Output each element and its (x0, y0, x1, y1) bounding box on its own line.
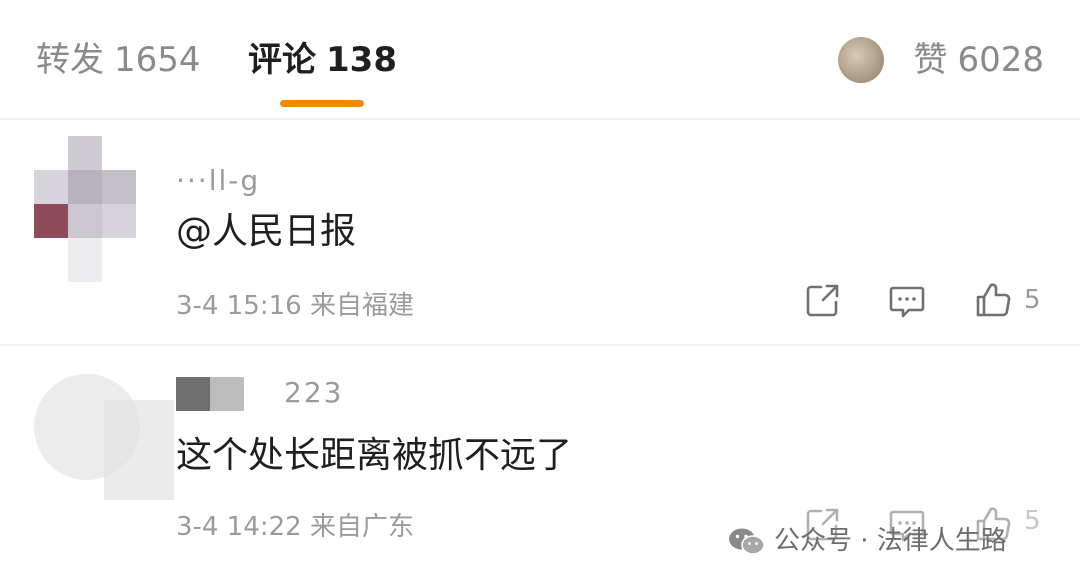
avatar-pixel (68, 170, 102, 204)
comment-item: ···ll-g @人民日报 3-4 15:16 来自福建 5 (0, 122, 1080, 344)
like-count: 5 (1024, 285, 1041, 315)
avatar-pixel (68, 238, 102, 282)
comment-location: 来自广东 (309, 512, 414, 542)
watermark: 公众号 · 法律人生路 (728, 520, 1007, 557)
avatar[interactable] (34, 374, 174, 500)
reply-icon[interactable] (887, 280, 927, 320)
comment-meta: 3-4 15:16 来自福建 (176, 285, 414, 322)
header-divider (0, 118, 1080, 120)
liker-avatar[interactable] (838, 37, 884, 83)
comment-text: 这个处长距离被抓不远了 (176, 435, 573, 476)
avatar-pixel (68, 136, 102, 170)
comment-time: 3-4 14:22 (176, 512, 302, 542)
active-tab-indicator (280, 100, 364, 107)
comment-username[interactable]: 223 (176, 376, 343, 411)
thumbs-up-icon[interactable] (973, 280, 1013, 320)
avatar-pixel (102, 204, 136, 238)
tab-comments-label: 评论 (248, 40, 316, 80)
tab-likes-label: 赞 (913, 40, 948, 80)
avatar-blur (104, 400, 174, 500)
comment-text: @人民日报 (176, 211, 357, 252)
avatar-pixel (34, 170, 68, 204)
comment-tabs: 转发 1654 评论 138 赞 6028 (0, 0, 1080, 118)
avatar[interactable] (34, 136, 136, 282)
comment-time: 3-4 15:16 (176, 291, 302, 321)
tab-comments-count: 138 (326, 40, 397, 80)
wechat-icon (729, 528, 765, 555)
avatar-pixel (68, 204, 102, 238)
comment-username[interactable]: ···ll-g (176, 164, 260, 197)
comment-meta: 3-4 14:22 来自广东 (176, 506, 414, 543)
tab-repost[interactable]: 转发 1654 (36, 38, 201, 82)
username-text: 223 (284, 376, 344, 409)
tab-likes-count: 6028 (957, 40, 1044, 80)
tab-repost-count: 1654 (114, 40, 201, 80)
avatar-pixel (34, 204, 68, 238)
avatar-pixel (102, 170, 136, 204)
share-icon[interactable] (803, 280, 843, 320)
watermark-text: 公众号 · 法律人生路 (774, 526, 1007, 556)
comment-location: 来自福建 (309, 291, 414, 321)
like-count: 5 (1024, 506, 1041, 536)
censor-block (176, 377, 210, 411)
tab-repost-label: 转发 (36, 40, 104, 80)
tab-comments[interactable]: 评论 138 (248, 38, 397, 82)
censor-block (210, 377, 244, 411)
tab-likes[interactable]: 赞 6028 (913, 38, 1044, 82)
